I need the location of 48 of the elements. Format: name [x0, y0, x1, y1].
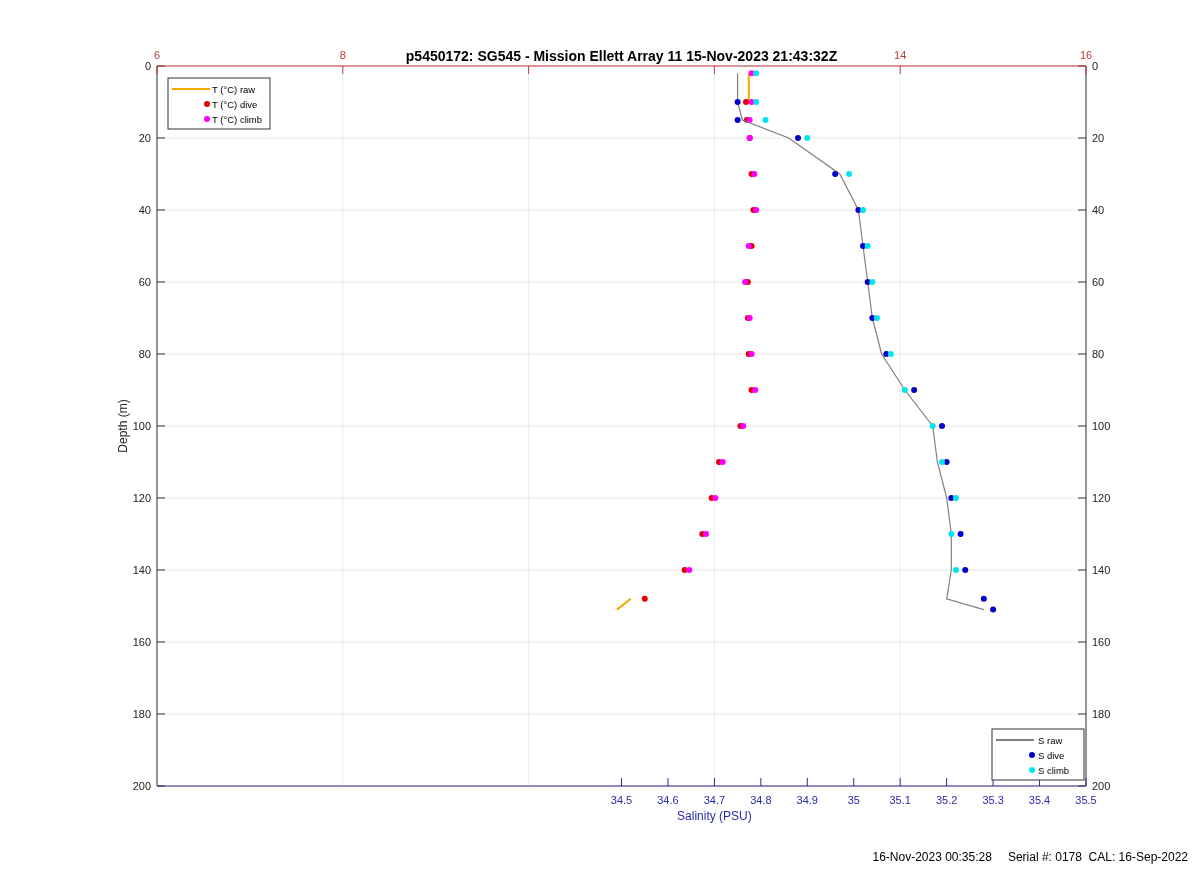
tick-label: 60	[1092, 276, 1105, 288]
tick-label: 180	[1092, 708, 1111, 720]
tick-label: 80	[1092, 348, 1105, 360]
chart-title: p5450172: SG545 - Mission Ellett Array 11 15-Nov-2023 21:43:32Z	[405, 48, 838, 64]
tick-label: 34.6	[657, 794, 679, 806]
tick-label: 35.4	[1028, 794, 1051, 806]
tick-label: 100	[132, 420, 151, 432]
tick-label: 34.7	[703, 794, 726, 806]
tick-label: 120	[132, 492, 151, 504]
tick-label: 34.8	[750, 794, 772, 806]
tick-label: 35	[847, 794, 860, 806]
tick-label: 200	[132, 780, 151, 792]
footer-text: Serial #: 0178 CAL: 16-Sep-2022	[1007, 849, 1188, 866]
tick-label: 14	[894, 49, 907, 61]
legend-label: T (°C) climb	[212, 113, 263, 125]
tick-label: 100	[1092, 420, 1111, 432]
tick-label: 200	[1092, 780, 1111, 792]
tick-label: 80	[138, 348, 151, 360]
tick-label: 180	[132, 708, 151, 720]
tick-label: 160	[1092, 636, 1111, 648]
footer-text: 16-Nov-2023 00:35:28	[872, 849, 992, 866]
tick-label: 35.3	[982, 794, 1004, 806]
tick-label: 140	[1092, 564, 1111, 576]
tick-label: 40	[1092, 204, 1105, 216]
tick-label: 35.1	[889, 794, 911, 806]
tick-label: 35.5	[1075, 794, 1097, 806]
y-axis-label: Depth (m)	[116, 399, 130, 453]
tick-label: 160	[132, 636, 151, 648]
tick-label: 0	[144, 60, 151, 72]
tick-label: 40	[138, 204, 151, 216]
tick-label: 140	[132, 564, 151, 576]
legend-label: S climb	[1038, 764, 1070, 776]
tick-label: 0	[1092, 60, 1099, 72]
tick-label: 20	[138, 132, 151, 144]
tick-label: 20	[1092, 132, 1105, 144]
legend-label: T (°C) raw	[212, 83, 256, 95]
legend-label: S raw	[1038, 734, 1063, 746]
legend-label: T (°C) dive	[212, 98, 258, 110]
tick-label: 8	[339, 49, 346, 61]
tick-label: 60	[138, 276, 151, 288]
tick-label: 6	[153, 49, 161, 61]
tick-label: 34.9	[796, 794, 818, 806]
legend-label: S dive	[1038, 749, 1065, 761]
tick-label: 34.5	[610, 794, 633, 806]
tick-label: 16	[1079, 49, 1093, 61]
tick-label: 35.2	[935, 794, 958, 806]
x-axis-label: Salinity (PSU)	[677, 809, 752, 823]
tick-label: 120	[1092, 492, 1111, 504]
